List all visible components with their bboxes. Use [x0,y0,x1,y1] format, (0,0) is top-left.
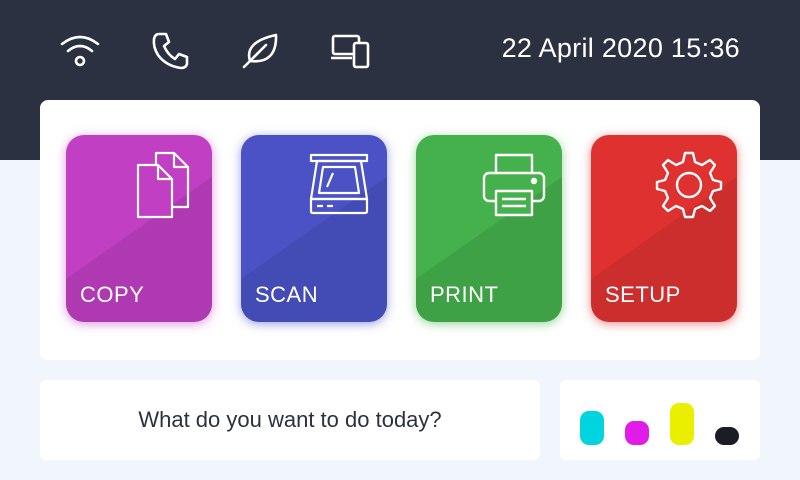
printer-icon [478,149,550,221]
print-tile[interactable]: PRINT [416,135,562,322]
phone-icon[interactable] [148,28,192,72]
wifi-icon[interactable] [58,28,102,72]
copy-icon [128,149,200,221]
ink-cyan [580,411,604,445]
setup-tile[interactable]: SETUP [591,135,737,322]
datetime-display: 22 April 2020 15:36 [501,33,740,63]
ink-black [715,427,739,445]
copy-label: COPY [80,282,145,307]
prompt-box: What do you want to do today? [40,380,540,460]
setup-label: SETUP [605,282,681,307]
ink-levels[interactable] [560,380,760,460]
scan-tile[interactable]: SCAN [241,135,387,322]
ink-yellow [670,403,694,445]
scanner-icon [303,149,375,221]
scan-label: SCAN [255,282,319,307]
print-label: PRINT [430,282,499,307]
gear-icon [653,149,725,221]
copy-tile[interactable]: COPY [66,135,212,322]
leaf-icon[interactable] [238,28,282,72]
prompt-text: What do you want to do today? [138,407,442,432]
ink-magenta [625,421,649,445]
main-action-panel: COPY SCAN PRINT SETUP [40,100,760,360]
devices-icon[interactable] [328,28,372,72]
